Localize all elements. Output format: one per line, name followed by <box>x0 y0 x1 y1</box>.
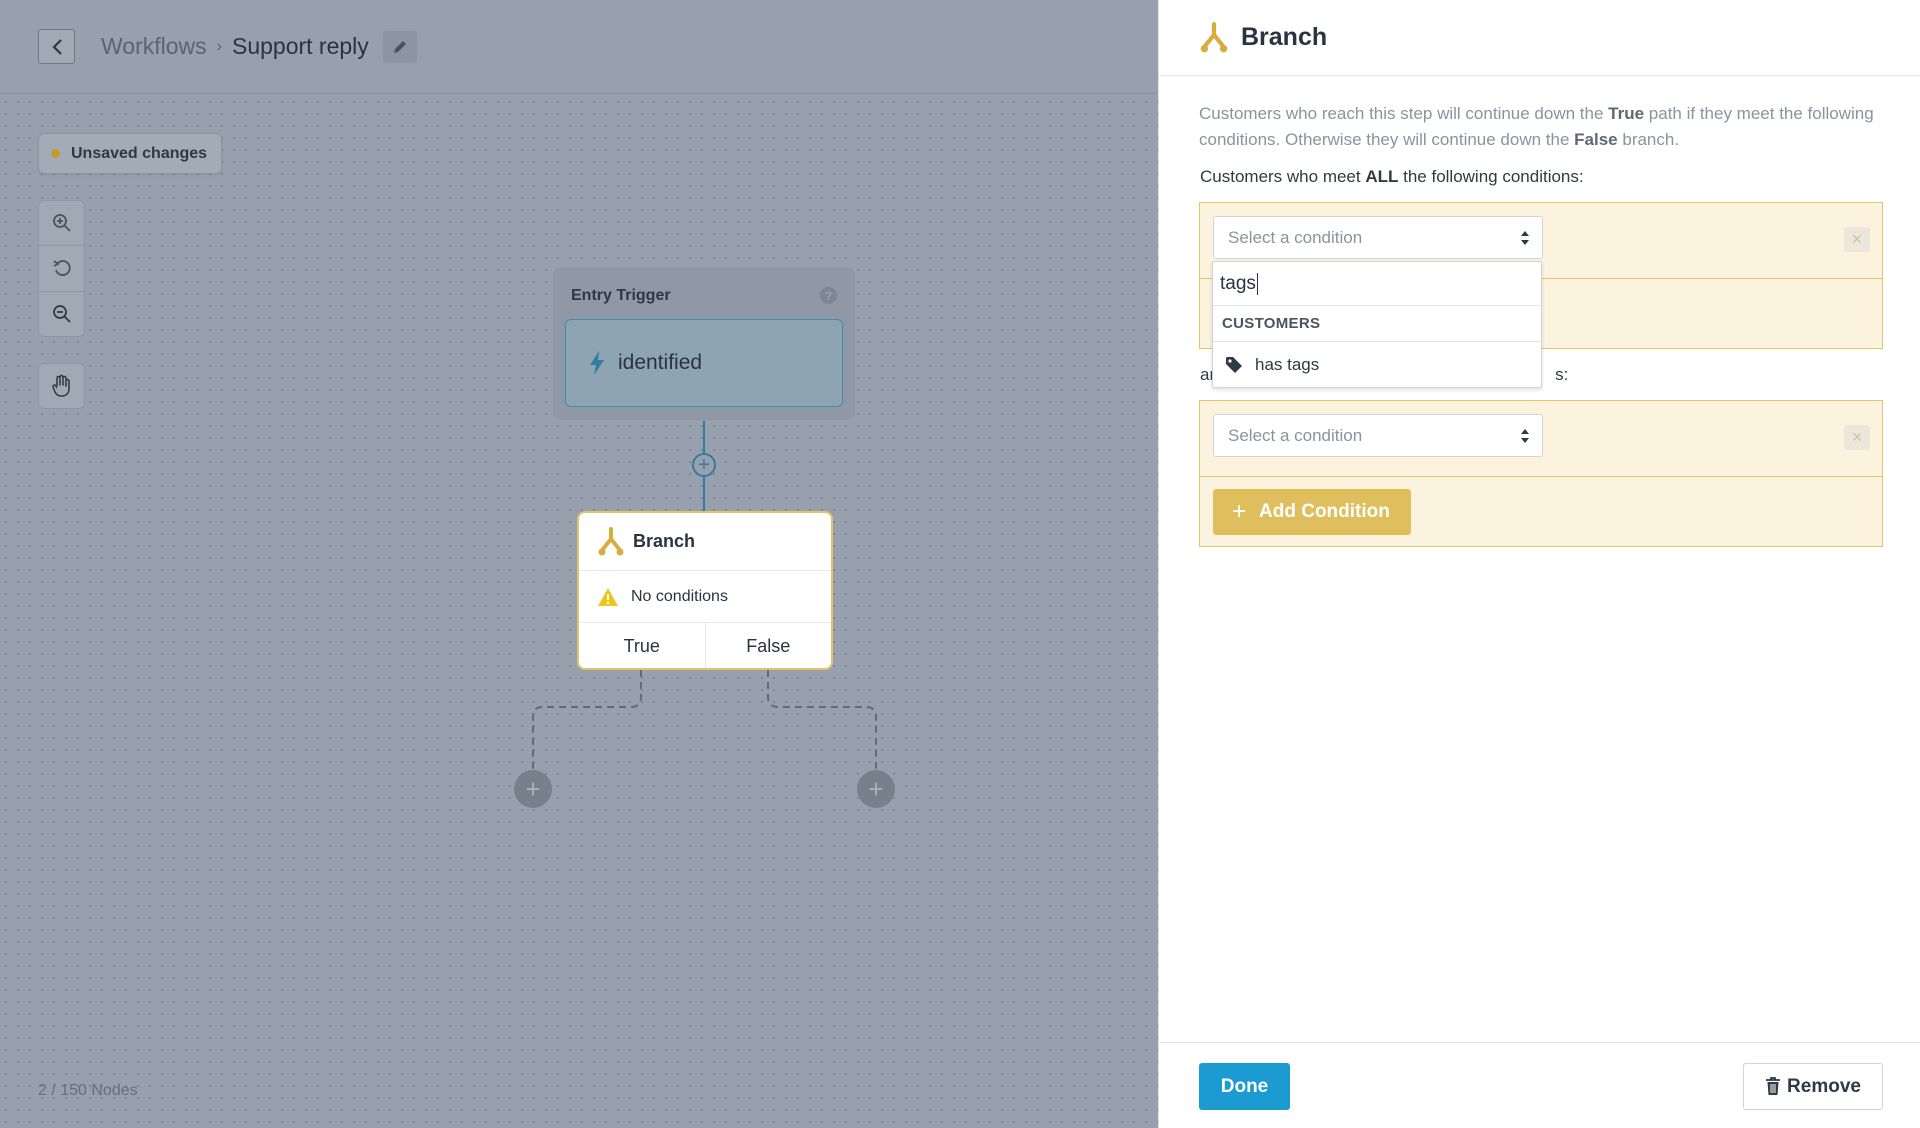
panel-footer: Done Remove <box>1159 1042 1920 1128</box>
remove-condition-button[interactable]: × <box>1844 227 1870 252</box>
branch-settings-panel: Branch Customers who reach this step wil… <box>1158 0 1920 1128</box>
condition-select[interactable]: Select a condition <box>1213 216 1543 259</box>
condition-select[interactable]: Select a condition <box>1213 414 1543 457</box>
remove-label: Remove <box>1787 1075 1861 1097</box>
sort-arrows-icon <box>1521 429 1529 443</box>
panel-description: Customers who reach this step will conti… <box>1199 104 1874 149</box>
option-label: has tags <box>1255 354 1320 374</box>
done-button[interactable]: Done <box>1199 1063 1290 1110</box>
remove-button[interactable]: Remove <box>1743 1063 1883 1110</box>
branch-icon <box>1200 21 1228 52</box>
tag-icon <box>1226 356 1242 373</box>
add-false-step-button[interactable]: + <box>857 770 895 808</box>
select-placeholder: Select a condition <box>1228 425 1363 445</box>
workflow-canvas[interactable]: Workflows › Support reply Unsaved change… <box>0 0 1158 1128</box>
dropdown-option-has-tags[interactable]: has tags <box>1213 342 1541 387</box>
search-value: tags <box>1220 272 1256 294</box>
condition-search-input[interactable]: tags <box>1213 262 1541 306</box>
divider <box>1200 476 1882 477</box>
condition-dropdown: tags CUSTOMERS has tags <box>1212 261 1542 388</box>
panel-header: Branch <box>1159 0 1920 76</box>
branch-paths <box>532 670 877 771</box>
dropdown-group-header: CUSTOMERS <box>1213 306 1541 342</box>
select-placeholder: Select a condition <box>1228 227 1363 247</box>
remove-condition-button[interactable]: × <box>1844 425 1870 450</box>
trash-icon <box>1766 1077 1781 1095</box>
text-caret <box>1256 272 1258 295</box>
plus-icon: + <box>1232 498 1247 525</box>
add-true-step-button[interactable]: + <box>514 770 552 808</box>
sort-arrows-icon <box>1521 231 1529 245</box>
node-count: 2 / 150 Nodes <box>38 1082 138 1099</box>
add-condition-label: Add Condition <box>1259 501 1390 522</box>
add-condition-button[interactable]: + Add Condition <box>1213 489 1411 535</box>
all-conditions-label: Customers who meet ALL the following con… <box>1200 167 1584 186</box>
panel-title: Branch <box>1241 23 1328 51</box>
any-conditions-group: Select a condition × + Add Condition <box>1199 400 1883 547</box>
